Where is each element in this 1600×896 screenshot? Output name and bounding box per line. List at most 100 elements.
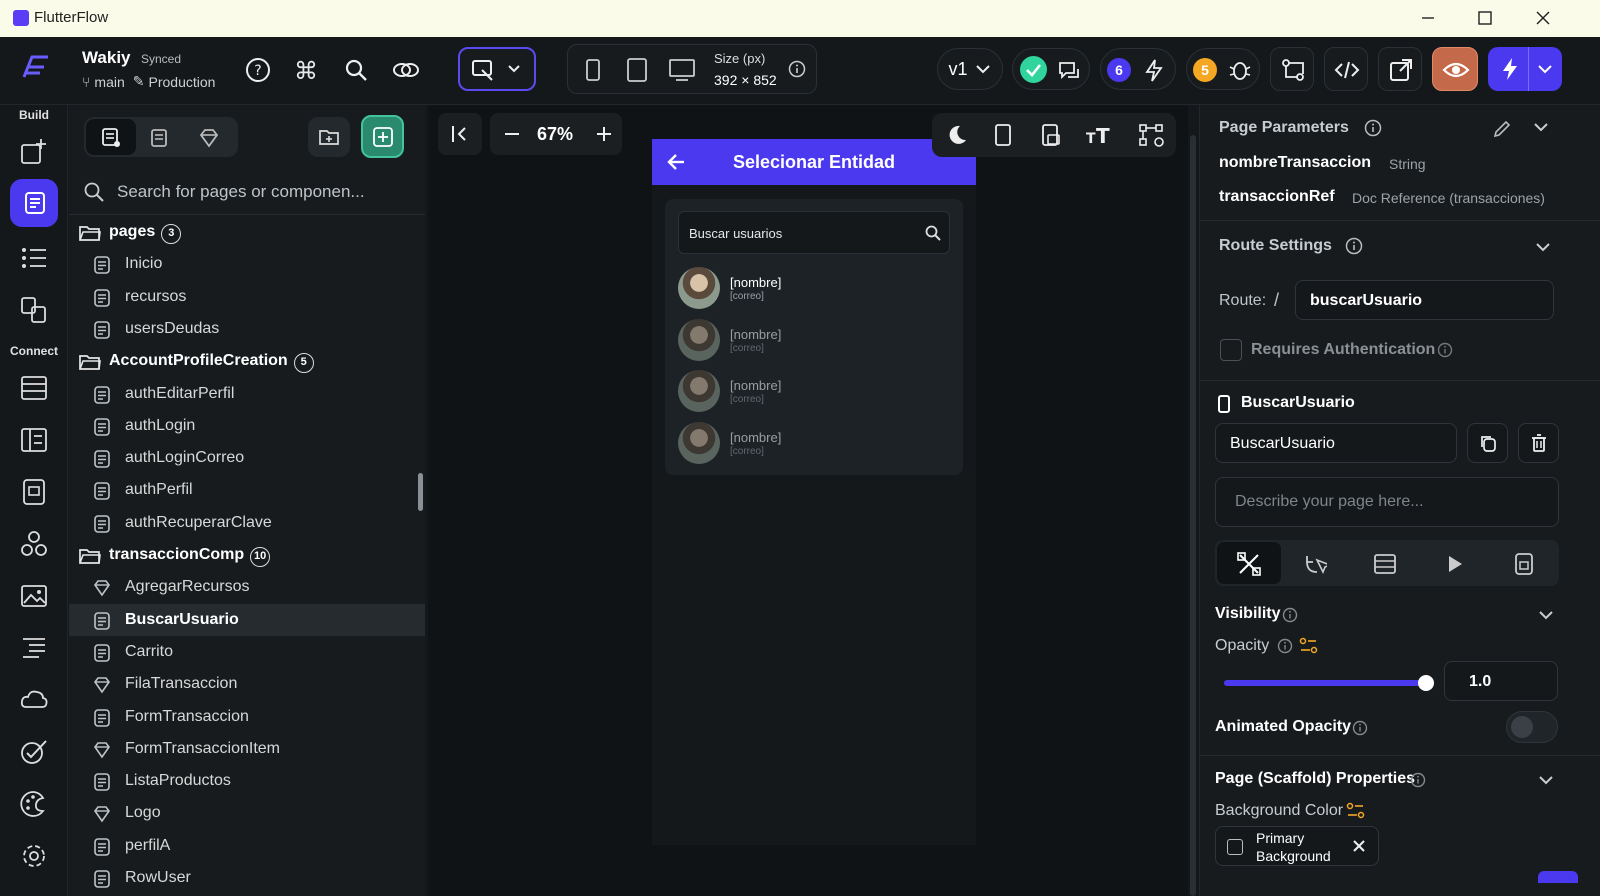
page-description-input[interactable]: Describe your page here... [1215,477,1559,527]
collapse-panel-button[interactable] [438,113,482,155]
tree-item[interactable]: Inicio [69,248,425,280]
tree-folder[interactable]: transaccionComp 10 [69,539,425,571]
cloud-functions-icon[interactable] [19,685,49,715]
status-group[interactable] [1012,48,1090,90]
preview-button[interactable] [1432,47,1478,91]
info-icon[interactable] [788,60,806,78]
page-search-bar[interactable]: Search for pages or componen... [69,169,425,215]
close-icon[interactable] [1533,8,1553,28]
help-icon[interactable]: ? [245,57,271,83]
portrait-icon[interactable] [994,123,1012,147]
tree-item[interactable]: Carrito [69,636,425,668]
tree-item[interactable]: authEditarPerfil [69,378,425,410]
tab-pages[interactable] [86,119,136,155]
run-button[interactable] [1488,47,1562,91]
testing-icon[interactable] [19,737,49,767]
tree-item[interactable]: authLoginCorreo [69,442,425,474]
tree-item[interactable]: Logo [69,797,425,829]
user-list-item[interactable]: [nombre] [correo] [678,318,948,363]
search-icon[interactable] [343,57,369,83]
add-widget-icon[interactable] [19,137,49,167]
canvas-scrollbar[interactable] [1190,135,1196,896]
tree-item[interactable]: ListaProductos [69,765,425,797]
page-state-icon[interactable] [1512,552,1536,576]
tree-item[interactable]: authPerfil [69,474,425,506]
app-state-icon[interactable] [19,477,49,507]
maximize-icon[interactable] [1475,8,1495,28]
command-icon[interactable]: ⌘ [294,57,318,86]
tab-components[interactable] [148,127,170,149]
pages-nav-button[interactable] [10,179,58,227]
set-from-variable-icon[interactable] [1346,802,1366,820]
chevron-down-icon[interactable] [1532,119,1550,135]
rotate-device-icon[interactable] [1040,123,1062,147]
chevron-down-icon[interactable] [1537,772,1555,788]
tree-item[interactable]: FilaTransaccion [69,668,425,700]
code-button[interactable] [1324,47,1368,91]
tree-item[interactable]: FormTransaccion [69,701,425,733]
requires-auth-checkbox[interactable] [1220,339,1242,361]
open-external-button[interactable] [1378,47,1422,91]
flutterflow-icon[interactable] [18,51,52,85]
tree-scrollbar[interactable] [418,473,423,511]
issues-group[interactable]: 6 [1100,48,1176,90]
user-list-item[interactable]: [nombre] [correo] [678,267,948,311]
layout-nodes-icon[interactable] [1138,123,1164,147]
user-list-item[interactable]: [nombre] [correo] [678,421,948,466]
tablet-device-icon[interactable] [626,57,648,83]
minimize-icon[interactable] [1418,8,1438,28]
clear-color-icon[interactable] [1351,838,1367,854]
background-color-chip[interactable]: Primary Background [1215,826,1379,866]
tree-item[interactable]: recursos [69,281,425,313]
tab-properties[interactable] [1217,542,1281,584]
tab-library-components[interactable] [198,127,220,149]
tree-item[interactable]: authLogin [69,410,425,442]
branch-info[interactable]: ⑂ main ✎ Production [82,73,215,90]
tree-folder[interactable]: AccountProfileCreation 5 [69,345,425,377]
chevron-down-icon[interactable] [1536,61,1554,77]
database-icon[interactable] [19,373,49,403]
animated-opacity-toggle[interactable] [1506,711,1558,743]
new-folder-button[interactable] [308,117,350,157]
branching-button[interactable] [1270,47,1314,91]
custom-code-icon[interactable] [19,633,49,663]
user-list-item[interactable]: [nombre] [correo] [678,370,948,414]
link-icon[interactable] [392,57,420,83]
opacity-input[interactable]: 1.0 [1444,661,1558,701]
route-input[interactable]: buscarUsuario [1295,280,1554,320]
warnings-group[interactable]: 5 [1186,48,1260,90]
animations-play-icon[interactable] [1443,553,1465,575]
next-section-toggle[interactable] [1538,871,1578,883]
add-page-button[interactable] [361,115,404,158]
edit-pencil-icon[interactable] [1492,119,1512,139]
tree-folder[interactable]: pages 3 [69,216,425,248]
storyboard-icon[interactable] [19,295,49,325]
theme-settings-icon[interactable] [19,789,49,819]
tree-item[interactable]: AgregarRecursos [69,571,425,603]
text-scale-icon[interactable]: TT [1086,123,1112,147]
actions-icon[interactable] [1303,552,1327,576]
tree-item[interactable]: usersDeudas [69,313,425,345]
phone-device-icon[interactable] [584,58,602,82]
integrations-icon[interactable] [19,529,49,559]
desktop-device-icon[interactable] [668,58,696,82]
duplicate-button[interactable] [1467,423,1508,463]
backend-query-icon[interactable] [1373,552,1397,576]
media-assets-icon[interactable] [19,581,49,611]
widget-tree-icon[interactable] [19,243,49,273]
tree-item[interactable]: FormTransaccionItem [69,733,425,765]
tree-item[interactable]: authRecuperarClave [69,507,425,539]
chevron-down-icon[interactable] [1537,607,1555,623]
dark-mode-icon[interactable] [946,124,968,146]
widget-mode-dropdown[interactable] [458,47,536,91]
widget-name-input[interactable]: BuscarUsuario [1215,423,1457,463]
zoom-in-icon[interactable] [594,124,614,144]
version-dropdown[interactable]: v1 [937,48,1003,90]
chevron-down-icon[interactable] [1534,239,1552,255]
data-types-icon[interactable] [19,425,49,455]
settings-gear-icon[interactable] [19,841,49,871]
project-name[interactable]: Wakiy [82,48,131,68]
delete-button[interactable] [1518,423,1559,463]
tree-item-selected[interactable]: BuscarUsuario [69,603,425,636]
tree-item[interactable]: RowUser [69,862,425,894]
